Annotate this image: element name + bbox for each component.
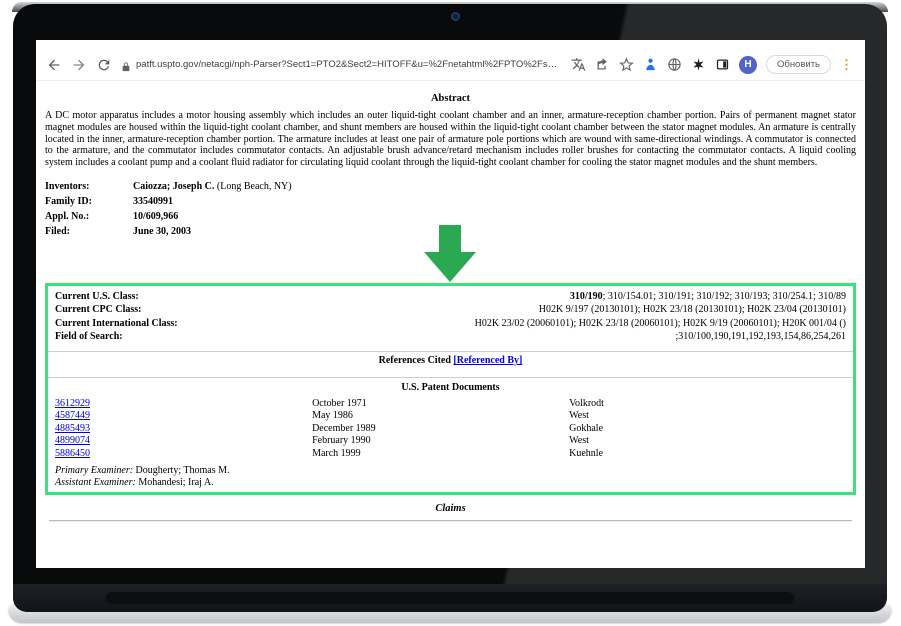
us-class-row: Current U.S. Class: 310/190; 310/154.01;… (55, 290, 846, 304)
us-patent-documents-heading: U.S. Patent Documents (55, 378, 846, 398)
cpc-class-label: Current CPC Class: (55, 303, 141, 317)
citation-date: December 1989 (312, 423, 569, 436)
citation-row: 3612929 October 1971 Volkrodt (55, 398, 846, 411)
primary-examiner-name: Dougherty; Thomas M. (133, 465, 229, 476)
field-of-search-row: Field of Search: ;310/100,190,191,192,19… (55, 330, 846, 344)
citation-row: 5886450 March 1999 Kuehnle (55, 448, 846, 461)
citation-inventor: West (569, 410, 589, 423)
forward-icon[interactable] (71, 57, 87, 73)
field-of-search-values: ;310/100,190,191,192,193,154,86,254,261 (675, 330, 846, 344)
citation-date: October 1971 (312, 398, 569, 411)
patent-number-link[interactable]: 4885493 (55, 423, 90, 434)
intl-class-label: Current International Class: (55, 317, 178, 331)
classification-highlight-box: Current U.S. Class: 310/190; 310/154.01;… (45, 283, 856, 496)
examiners: Primary Examiner: Dougherty; Thomas M. A… (55, 465, 846, 489)
patent-number-link[interactable]: 5886450 (55, 448, 90, 459)
field-of-search-label: Field of Search: (55, 330, 123, 344)
back-icon[interactable] (46, 57, 62, 73)
profile-avatar[interactable]: H (739, 56, 757, 74)
us-class-label: Current U.S. Class: (55, 290, 139, 304)
appl-no-row: Appl. No.: 10/609,966 (45, 209, 856, 224)
us-class-primary: 310/190 (570, 291, 603, 302)
patent-number-link[interactable]: 4899074 (55, 435, 90, 446)
assistant-examiner-label: Assistant Examiner: (55, 477, 136, 488)
green-down-arrow-annotation (424, 225, 476, 282)
family-id-label: Family ID: (45, 194, 133, 209)
family-id-value: 33540991 (133, 194, 173, 209)
globe-extension-icon[interactable] (667, 57, 682, 72)
citation-inventor: Kuehnle (569, 448, 603, 461)
lock-icon (121, 59, 131, 71)
inventors-value: Caiozza; Joseph C. (133, 181, 214, 192)
inventors-row: Inventors: Caiozza; Joseph C. (Long Beac… (45, 179, 856, 194)
referenced-by-link[interactable]: [Referenced By] (453, 355, 522, 366)
patent-number-link[interactable]: 3612929 (55, 398, 90, 409)
family-id-row: Family ID: 33540991 (45, 194, 856, 209)
cpc-class-values: H02K 9/197 (20130101); H02K 23/18 (20130… (539, 303, 846, 317)
patent-document: Abstract A DC motor apparatus includes a… (36, 81, 865, 522)
filed-label: Filed: (45, 224, 133, 239)
citation-row: 4899074 February 1990 West (55, 435, 846, 448)
assistant-examiner-row: Assistant Examiner: Mohandesi; Iraj A. (55, 477, 846, 489)
appl-no-label: Appl. No.: (45, 209, 133, 224)
citation-date: February 1990 (312, 435, 569, 448)
address-bar[interactable]: patft.uspto.gov/netacgi/nph-Parser?Sect1… (121, 59, 562, 71)
us-class-values: ; 310/154.01; 310/191; 310/192; 310/193;… (603, 291, 846, 302)
primary-examiner-row: Primary Examiner: Dougherty; Thomas M. (55, 465, 846, 477)
inventors-label: Inventors: (45, 179, 133, 194)
references-cited-heading: References Cited [Referenced By] (55, 352, 846, 370)
cpc-class-row: Current CPC Class: H02K 9/197 (20130101)… (55, 303, 846, 317)
side-panel-extension-icon[interactable] (715, 57, 730, 72)
abstract-text: A DC motor apparatus includes a motor ho… (45, 110, 856, 169)
translate-icon[interactable] (571, 57, 586, 72)
citation-date: May 1986 (312, 410, 569, 423)
laptop-mockup: patft.uspto.gov/netacgi/nph-Parser?Sect1… (0, 0, 901, 626)
refresh-update-button[interactable]: Обновить (766, 55, 831, 74)
citation-inventor: Gokhale (569, 423, 603, 436)
divider (49, 520, 852, 522)
claims-heading: Claims (45, 503, 856, 514)
intl-class-values: H02K 23/02 (20060101); H02K 23/18 (20060… (475, 317, 846, 331)
patent-number-link[interactable]: 4587449 (55, 410, 90, 421)
reload-icon[interactable] (96, 57, 112, 73)
intl-class-row: Current International Class: H02K 23/02 … (55, 317, 846, 331)
browser-window: patft.uspto.gov/netacgi/nph-Parser?Sect1… (36, 40, 865, 568)
bookmark-star-icon[interactable] (619, 57, 634, 72)
appl-no-value: 10/609,966 (133, 209, 178, 224)
filed-value: June 30, 2003 (133, 224, 191, 239)
citation-date: March 1999 (312, 448, 569, 461)
citation-inventor: Volkrodt (569, 398, 604, 411)
citation-row: 4587449 May 1986 West (55, 410, 846, 423)
citation-inventor: West (569, 435, 589, 448)
primary-examiner-label: Primary Examiner: (55, 465, 133, 476)
laptop-base-indent (105, 592, 795, 607)
browser-toolbar: patft.uspto.gov/netacgi/nph-Parser?Sect1… (36, 40, 865, 81)
highlight-region: Current U.S. Class: 310/190; 310/154.01;… (45, 283, 856, 496)
url-text: patft.uspto.gov/netacgi/nph-Parser?Sect1… (136, 59, 562, 70)
assistant-examiner-name: Mohandesi; Iraj A. (136, 477, 214, 488)
asterisk-extension-icon[interactable] (691, 57, 706, 72)
citation-row: 4885493 December 1989 Gokhale (55, 423, 846, 436)
inventors-location: (Long Beach, NY) (214, 181, 291, 192)
browser-menu-icon[interactable]: ⋮ (840, 58, 853, 71)
abstract-heading: Abstract (45, 93, 856, 104)
webcam (451, 12, 460, 21)
acrobat-extension-icon[interactable] (643, 57, 658, 72)
share-icon[interactable] (595, 57, 610, 72)
